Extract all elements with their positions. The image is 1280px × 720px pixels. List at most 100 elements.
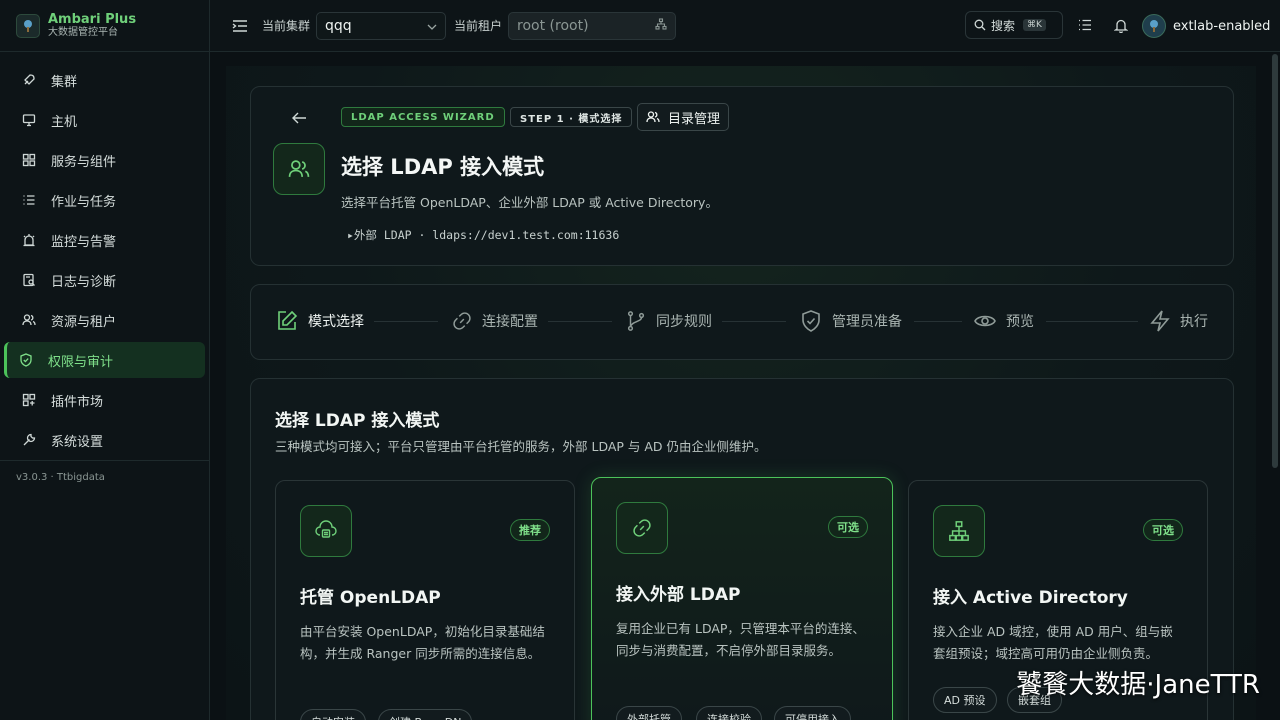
- shield-check-icon: [799, 309, 823, 333]
- user-name: extlab-enabled: [1173, 18, 1271, 34]
- directory-button-label: 目录管理: [668, 111, 721, 127]
- sidebar-item-hosts[interactable]: 主机: [4, 102, 205, 138]
- feature-pill: 外部托管: [616, 706, 682, 720]
- org-tree-icon: [655, 17, 667, 34]
- step-connection-config[interactable]: 连接配置: [451, 309, 538, 333]
- brand[interactable]: Ambari Plus 大数据管控平台: [0, 0, 209, 52]
- section-subtitle: 三种模式均可接入；平台只管理由平台托管的服务，外部 LDAP 与 AD 仍由企业…: [275, 439, 767, 454]
- sidebar-item-label: 权限与审计: [48, 354, 114, 370]
- page-title: 选择 LDAP 接入模式: [341, 155, 545, 179]
- feature-pill: 可停用接入: [774, 706, 851, 720]
- branch-icon: [625, 310, 647, 332]
- sidebar-item-clusters[interactable]: 集群: [4, 62, 205, 98]
- sidebar-item-label: 作业与任务: [51, 194, 117, 210]
- cloud-server-icon: [300, 505, 352, 557]
- sidebar-item-permissions[interactable]: 权限与审计: [4, 342, 205, 378]
- list-icon: [21, 192, 37, 208]
- mode-card-external-ldap[interactable]: 可选 接入外部 LDAP 复用企业已有 LDAP，只管理本平台的连接、同步与消费…: [591, 477, 893, 720]
- step-label: 管理员准备: [832, 314, 902, 330]
- mode-description: 复用企业已有 LDAP，只管理本平台的连接、同步与消费配置，不启停外部目录服务。: [616, 621, 865, 658]
- edit-icon: [275, 309, 299, 333]
- sidebar-item-label: 插件市场: [51, 394, 104, 410]
- task-list-icon[interactable]: [1078, 19, 1092, 31]
- shield-check-icon: [18, 352, 34, 368]
- sidebar-item-monitoring[interactable]: 监控与告警: [4, 222, 205, 258]
- version-label: v3.0.3 · Ttbigdata: [16, 472, 105, 483]
- tenant-select[interactable]: root (root): [508, 11, 677, 40]
- sidebar-nav: 集群 主机 服务与组件 作业与任务 监控与告警 日志与诊断 资源与租户 权限与审…: [0, 52, 209, 458]
- sidebar-item-label: 日志与诊断: [51, 274, 117, 290]
- network-icon: [933, 505, 985, 557]
- alarm-icon: [21, 232, 37, 248]
- mode-description: 由平台安装 OpenLDAP，初始化目录基础结构，并生成 Ranger 同步所需…: [300, 624, 545, 661]
- wizard-steps-card: [250, 284, 1234, 360]
- optional-badge: 可选: [828, 516, 868, 538]
- search-shortcut: ⌘K: [1023, 19, 1046, 31]
- users-icon: [21, 312, 37, 328]
- bolt-icon: [1149, 309, 1171, 333]
- search-button[interactable]: 搜索 ⌘K: [965, 11, 1063, 39]
- step-connector: [722, 321, 786, 322]
- tenant-select-value: root (root): [517, 17, 589, 34]
- sidebar: Ambari Plus 大数据管控平台 集群 主机 服务与组件 作业与任务 监控…: [0, 0, 210, 720]
- sidebar-item-tenants[interactable]: 资源与租户: [4, 302, 205, 338]
- sidebar-item-jobs[interactable]: 作业与任务: [4, 182, 205, 218]
- grid-icon: [21, 152, 37, 168]
- mode-title: 托管 OpenLDAP: [300, 588, 441, 608]
- sidebar-item-label: 服务与组件: [51, 154, 117, 170]
- brand-logo-icon: [16, 13, 40, 38]
- cluster-select[interactable]: qqq: [316, 11, 447, 40]
- cluster-select-value: qqq: [325, 17, 352, 34]
- tenant-label: 当前租户: [454, 19, 503, 33]
- feature-pill: 自动安装: [300, 709, 366, 720]
- sidebar-item-settings[interactable]: 系统设置: [4, 422, 205, 458]
- step-label: 连接配置: [482, 314, 538, 330]
- ldap-users-icon: [273, 143, 325, 195]
- menu-toggle-icon[interactable]: [232, 19, 248, 33]
- step-connector: [914, 321, 962, 322]
- ldap-endpoint-detail[interactable]: ▸外部 LDAP · ldaps://dev1.test.com:11636: [347, 227, 619, 243]
- link-icon: [451, 310, 473, 332]
- page-description: 选择平台托管 OpenLDAP、企业外部 LDAP 或 Active Direc…: [341, 195, 718, 210]
- optional-badge: 可选: [1143, 519, 1183, 541]
- sidebar-item-services[interactable]: 服务与组件: [4, 142, 205, 178]
- scrollbar[interactable]: [1272, 54, 1278, 468]
- feature-pill: 连接校验: [696, 706, 762, 720]
- mode-description: 接入企业 AD 域控，使用 AD 用户、组与嵌套组预设；域控高可用仍由企业侧负责…: [933, 624, 1173, 661]
- monitor-icon: [21, 112, 37, 128]
- step-execute[interactable]: 执行: [1149, 309, 1208, 333]
- section-title: 选择 LDAP 接入模式: [275, 411, 440, 431]
- sidebar-item-label: 主机: [51, 114, 78, 130]
- sidebar-item-logs[interactable]: 日志与诊断: [4, 262, 205, 298]
- sidebar-item-label: 资源与租户: [51, 314, 117, 330]
- sidebar-item-label: 系统设置: [51, 434, 104, 450]
- mode-card-openldap[interactable]: 推荐 托管 OpenLDAP 由平台安装 OpenLDAP，初始化目录基础结构，…: [275, 480, 575, 720]
- sidebar-divider: [0, 460, 210, 461]
- sidebar-item-label: 集群: [51, 74, 78, 90]
- step-label: 预览: [1006, 314, 1034, 330]
- sidebar-item-label: 监控与告警: [51, 234, 117, 250]
- step-badge: STEP 1 · 模式选择: [510, 107, 633, 127]
- wrench-icon: [21, 432, 37, 448]
- topbar: 当前集群 qqq 当前租户 root (root) 搜索 ⌘K extlab-e…: [210, 0, 1280, 52]
- directory-management-button[interactable]: 目录管理: [637, 103, 730, 131]
- cluster-label: 当前集群: [262, 19, 311, 33]
- bell-icon[interactable]: [1114, 18, 1128, 33]
- link-icon: [616, 502, 668, 554]
- user-menu[interactable]: extlab-enabled: [1142, 14, 1270, 38]
- mode-title: 接入外部 LDAP: [616, 585, 741, 605]
- eye-icon: [973, 309, 997, 333]
- step-admin-prep[interactable]: 管理员准备: [799, 309, 902, 333]
- brand-subtitle: 大数据管控平台: [48, 27, 118, 38]
- log-icon: [21, 272, 37, 288]
- step-connector: [374, 321, 438, 322]
- step-preview[interactable]: 预览: [973, 309, 1034, 333]
- step-mode-select[interactable]: 模式选择: [275, 309, 364, 333]
- step-connector: [1046, 321, 1138, 322]
- back-arrow-icon[interactable]: [291, 111, 307, 125]
- step-sync-rules[interactable]: 同步规则: [625, 309, 712, 333]
- chevron-down-icon: [427, 18, 437, 34]
- step-label: 同步规则: [656, 314, 712, 330]
- step-connector: [548, 321, 612, 322]
- sidebar-item-plugins[interactable]: 插件市场: [4, 382, 205, 418]
